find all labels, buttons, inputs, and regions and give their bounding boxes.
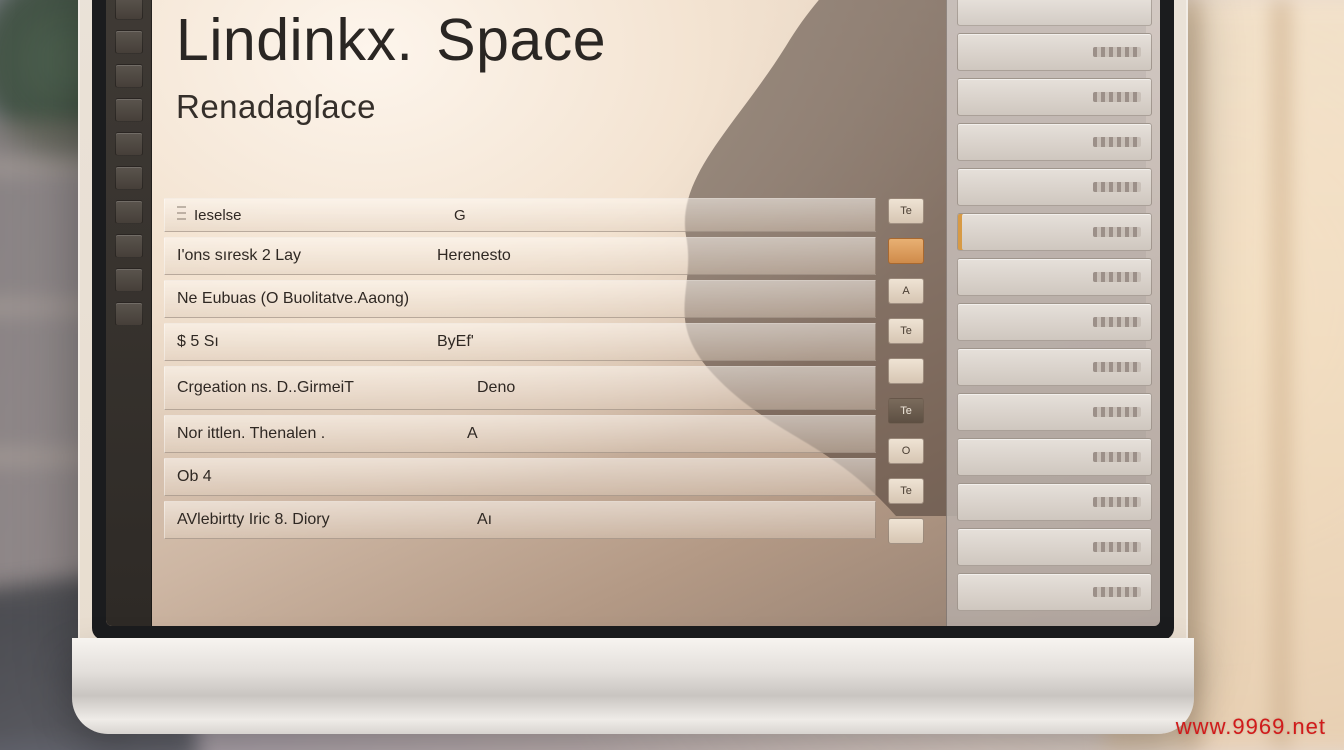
monitor-bezel: Lindinkx. Space Renadagſace Ieselse G I'… [92,0,1174,640]
list-header-label: Ieselse [194,207,454,224]
properties-panel [946,0,1160,626]
value-bar [1093,362,1141,372]
panel-row[interactable] [957,303,1152,341]
list-row[interactable]: $ 5 Sı ByEf' [164,323,876,361]
row-col-a: $ 5 Sı [177,333,437,351]
panel-row[interactable] [957,393,1152,431]
strip-chip[interactable]: Te [888,318,924,344]
strip-chip[interactable]: Te [888,478,924,504]
panel-row[interactable] [957,438,1152,476]
tool-icon[interactable] [115,30,143,54]
row-col-a: Ne Eubuas (O Buolitatve.Aaong) [177,290,557,308]
strip-chip[interactable] [888,518,924,544]
monitor-frame: Lindinkx. Space Renadagſace Ieselse G I'… [78,0,1188,662]
value-bar [1093,542,1141,552]
panel-row[interactable] [957,483,1152,521]
strip-chip[interactable]: A [888,278,924,304]
page-title: Lindinkx. Space [176,6,940,74]
value-bar [1093,317,1141,327]
list-row[interactable]: Ne Eubuas (O Buolitatve.Aaong) [164,280,876,318]
value-bar [1093,587,1141,597]
panel-row[interactable] [957,528,1152,566]
row-col-a: AVlebirtty Iric 8. Diory [177,511,477,529]
panel-row[interactable] [957,78,1152,116]
panel-row[interactable] [957,123,1152,161]
value-bar [1093,497,1141,507]
strip-chip[interactable] [888,358,924,384]
panel-title [957,0,1152,26]
list-row[interactable]: Nor ittlen. Thenalen . A [164,415,876,453]
value-bar [1093,452,1141,462]
tool-icon[interactable] [115,166,143,190]
panel-row[interactable] [957,33,1152,71]
row-col-a: Crgeation ns. D..GirmeiT [177,379,477,397]
tool-icon[interactable] [115,0,143,20]
value-bar [1093,407,1141,417]
row-col-b: ByEf' [437,333,567,351]
row-col-b: A [467,425,597,443]
tool-icon[interactable] [115,234,143,258]
row-col-b: Aı [477,511,607,529]
list-row[interactable]: Crgeation ns. D..GirmeiT Deno [164,366,876,410]
row-col-a: I'ons sıresk 2 Lay [177,247,437,265]
grip-icon [177,204,186,226]
value-bar [1093,137,1141,147]
value-bar [1093,272,1141,282]
left-toolbar [106,0,152,626]
value-bar [1093,227,1141,237]
panel-row[interactable] [957,573,1152,611]
page-subtitle: Renadagſace [176,88,940,126]
list-header-hint: G [454,207,863,224]
panel-row[interactable] [957,348,1152,386]
strip-chip[interactable]: Te [888,198,924,224]
tool-icon[interactable] [115,302,143,326]
tool-icon[interactable] [115,98,143,122]
row-col-b: Deno [477,379,607,397]
value-bar [1093,47,1141,57]
panel-row[interactable] [957,258,1152,296]
row-col-a: Nor ittlen. Thenalen . [177,425,467,443]
list-row[interactable]: Ob 4 [164,458,876,496]
watermark: www.9969.net [1176,714,1326,740]
main-list: Ieselse G I'ons sıresk 2 Lay Herenesto N… [164,198,876,544]
tool-icon[interactable] [115,64,143,88]
panel-row[interactable] [957,168,1152,206]
screen: Lindinkx. Space Renadagſace Ieselse G I'… [106,0,1160,626]
list-header[interactable]: Ieselse G [164,198,876,232]
panel-row[interactable] [957,213,1152,251]
strip-chip[interactable] [888,238,924,264]
tool-icon[interactable] [115,268,143,292]
tool-icon[interactable] [115,132,143,156]
value-bar [1093,182,1141,192]
tool-icon[interactable] [115,200,143,224]
value-bar [1093,92,1141,102]
strip-chip[interactable]: O [888,438,924,464]
mid-icon-strip: Te A Te Te O Te [888,198,924,558]
row-col-b: Herenesto [437,247,567,265]
list-row[interactable]: AVlebirtty Iric 8. Diory Aı [164,501,876,539]
row-col-a: Ob 4 [177,468,437,486]
list-row[interactable]: I'ons sıresk 2 Lay Herenesto [164,237,876,275]
strip-chip[interactable]: Te [888,398,924,424]
